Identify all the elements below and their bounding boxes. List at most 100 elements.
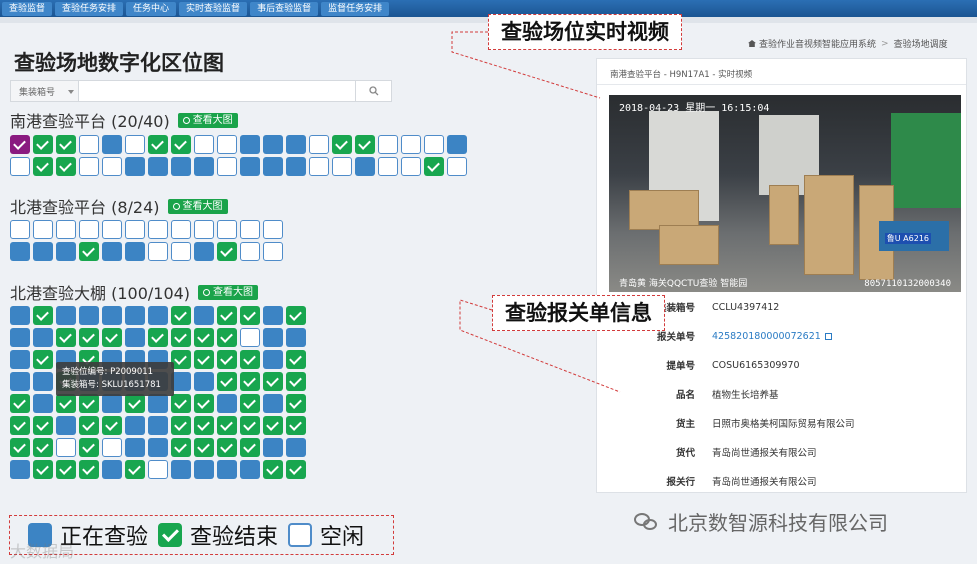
slot-cell-done[interactable] <box>10 438 30 457</box>
slot-cell-done[interactable] <box>79 416 99 435</box>
slot-cell-free[interactable] <box>102 220 122 239</box>
slot-cell-done[interactable] <box>286 350 306 369</box>
slot-cell-busy[interactable] <box>240 135 260 154</box>
slot-cell-done[interactable] <box>56 157 76 176</box>
slot-cell-free[interactable] <box>10 220 30 239</box>
slot-cell-done[interactable] <box>194 416 214 435</box>
slot-cell-busy[interactable] <box>286 438 306 457</box>
slot-cell-free[interactable] <box>102 438 122 457</box>
slot-cell-done[interactable] <box>56 328 76 347</box>
slot-cell-free[interactable] <box>217 220 237 239</box>
slot-cell-done[interactable] <box>33 157 53 176</box>
slot-cell-busy[interactable] <box>102 135 122 154</box>
slot-cell-free[interactable] <box>309 157 329 176</box>
slot-cell-free[interactable] <box>217 157 237 176</box>
slot-cell-free[interactable] <box>240 242 260 261</box>
view-large-button[interactable]: 查看大图 <box>177 112 238 128</box>
slot-cell-done[interactable] <box>171 328 191 347</box>
slot-cell-done[interactable] <box>217 372 237 391</box>
slot-cell-done[interactable] <box>217 438 237 457</box>
slot-cell-done[interactable] <box>263 416 283 435</box>
search-button[interactable] <box>355 81 391 101</box>
slot-cell-free[interactable] <box>125 220 145 239</box>
slot-cell-busy[interactable] <box>171 460 191 479</box>
slot-cell-busy[interactable] <box>33 372 53 391</box>
slot-cell-sel[interactable] <box>10 135 30 154</box>
slot-cell-busy[interactable] <box>148 438 168 457</box>
slot-cell-done[interactable] <box>332 135 352 154</box>
slot-cell-busy[interactable] <box>56 242 76 261</box>
slot-cell-busy[interactable] <box>355 157 375 176</box>
slot-cell-busy[interactable] <box>217 460 237 479</box>
slot-cell-free[interactable] <box>309 135 329 154</box>
slot-cell-busy[interactable] <box>10 328 30 347</box>
slot-cell-done[interactable] <box>286 416 306 435</box>
slot-cell-free[interactable] <box>401 157 421 176</box>
slot-cell-done[interactable] <box>171 135 191 154</box>
slot-cell-done[interactable] <box>240 372 260 391</box>
slot-cell-free[interactable] <box>79 157 99 176</box>
slot-cell-done[interactable] <box>171 438 191 457</box>
nav-item[interactable]: 监督任务安排 <box>321 1 390 16</box>
slot-cell-free[interactable] <box>263 242 283 261</box>
slot-cell-free[interactable] <box>424 135 444 154</box>
slot-cell-busy[interactable] <box>125 242 145 261</box>
slot-cell-busy[interactable] <box>194 242 214 261</box>
slot-cell-done[interactable] <box>217 350 237 369</box>
slot-cell-busy[interactable] <box>56 416 76 435</box>
slot-cell-free[interactable] <box>378 135 398 154</box>
slot-cell-busy[interactable] <box>194 306 214 325</box>
slot-cell-busy[interactable] <box>286 157 306 176</box>
slot-cell-free[interactable] <box>148 220 168 239</box>
slot-cell-busy[interactable] <box>148 306 168 325</box>
slot-cell-free[interactable] <box>56 438 76 457</box>
slot-cell-done[interactable] <box>286 372 306 391</box>
slot-cell-free[interactable] <box>148 460 168 479</box>
slot-cell-free[interactable] <box>148 242 168 261</box>
slot-cell-busy[interactable] <box>125 438 145 457</box>
slot-cell-free[interactable] <box>240 328 260 347</box>
slot-cell-busy[interactable] <box>263 328 283 347</box>
slot-cell-done[interactable] <box>79 328 99 347</box>
slot-cell-done[interactable] <box>79 242 99 261</box>
nav-item[interactable]: 任务中心 <box>126 1 177 16</box>
slot-cell-done[interactable] <box>33 350 53 369</box>
slot-cell-done[interactable] <box>194 438 214 457</box>
home-icon[interactable] <box>748 40 756 47</box>
nav-item[interactable]: 查验任务安排 <box>55 1 124 16</box>
slot-cell-busy[interactable] <box>56 306 76 325</box>
slot-cell-busy[interactable] <box>125 328 145 347</box>
slot-cell-busy[interactable] <box>10 460 30 479</box>
slot-cell-done[interactable] <box>355 135 375 154</box>
slot-cell-busy[interactable] <box>263 394 283 413</box>
slot-cell-done[interactable] <box>171 306 191 325</box>
slot-cell-busy[interactable] <box>10 242 30 261</box>
slot-cell-done[interactable] <box>217 416 237 435</box>
search-input[interactable] <box>79 81 355 101</box>
slot-cell-busy[interactable] <box>125 306 145 325</box>
slot-cell-free[interactable] <box>263 220 283 239</box>
slot-cell-busy[interactable] <box>148 416 168 435</box>
slot-cell-free[interactable] <box>33 220 53 239</box>
slot-cell-busy[interactable] <box>10 372 30 391</box>
slot-cell-done[interactable] <box>240 350 260 369</box>
slot-cell-done[interactable] <box>263 460 283 479</box>
slot-cell-done[interactable] <box>424 157 444 176</box>
slot-cell-busy[interactable] <box>79 306 99 325</box>
view-large-button[interactable]: 查看大图 <box>198 284 259 300</box>
slot-cell-done[interactable] <box>194 328 214 347</box>
slot-cell-busy[interactable] <box>125 157 145 176</box>
slot-cell-free[interactable] <box>378 157 398 176</box>
slot-cell-done[interactable] <box>79 438 99 457</box>
slot-cell-free[interactable] <box>401 135 421 154</box>
slot-cell-done[interactable] <box>79 460 99 479</box>
slot-cell-done[interactable] <box>33 135 53 154</box>
slot-cell-free[interactable] <box>79 220 99 239</box>
slot-cell-busy[interactable] <box>263 306 283 325</box>
slot-cell-done[interactable] <box>171 394 191 413</box>
slot-cell-free[interactable] <box>171 242 191 261</box>
slot-cell-busy[interactable] <box>148 394 168 413</box>
slot-cell-done[interactable] <box>148 135 168 154</box>
slot-cell-done[interactable] <box>263 372 283 391</box>
view-large-button[interactable]: 查看大图 <box>167 198 228 214</box>
